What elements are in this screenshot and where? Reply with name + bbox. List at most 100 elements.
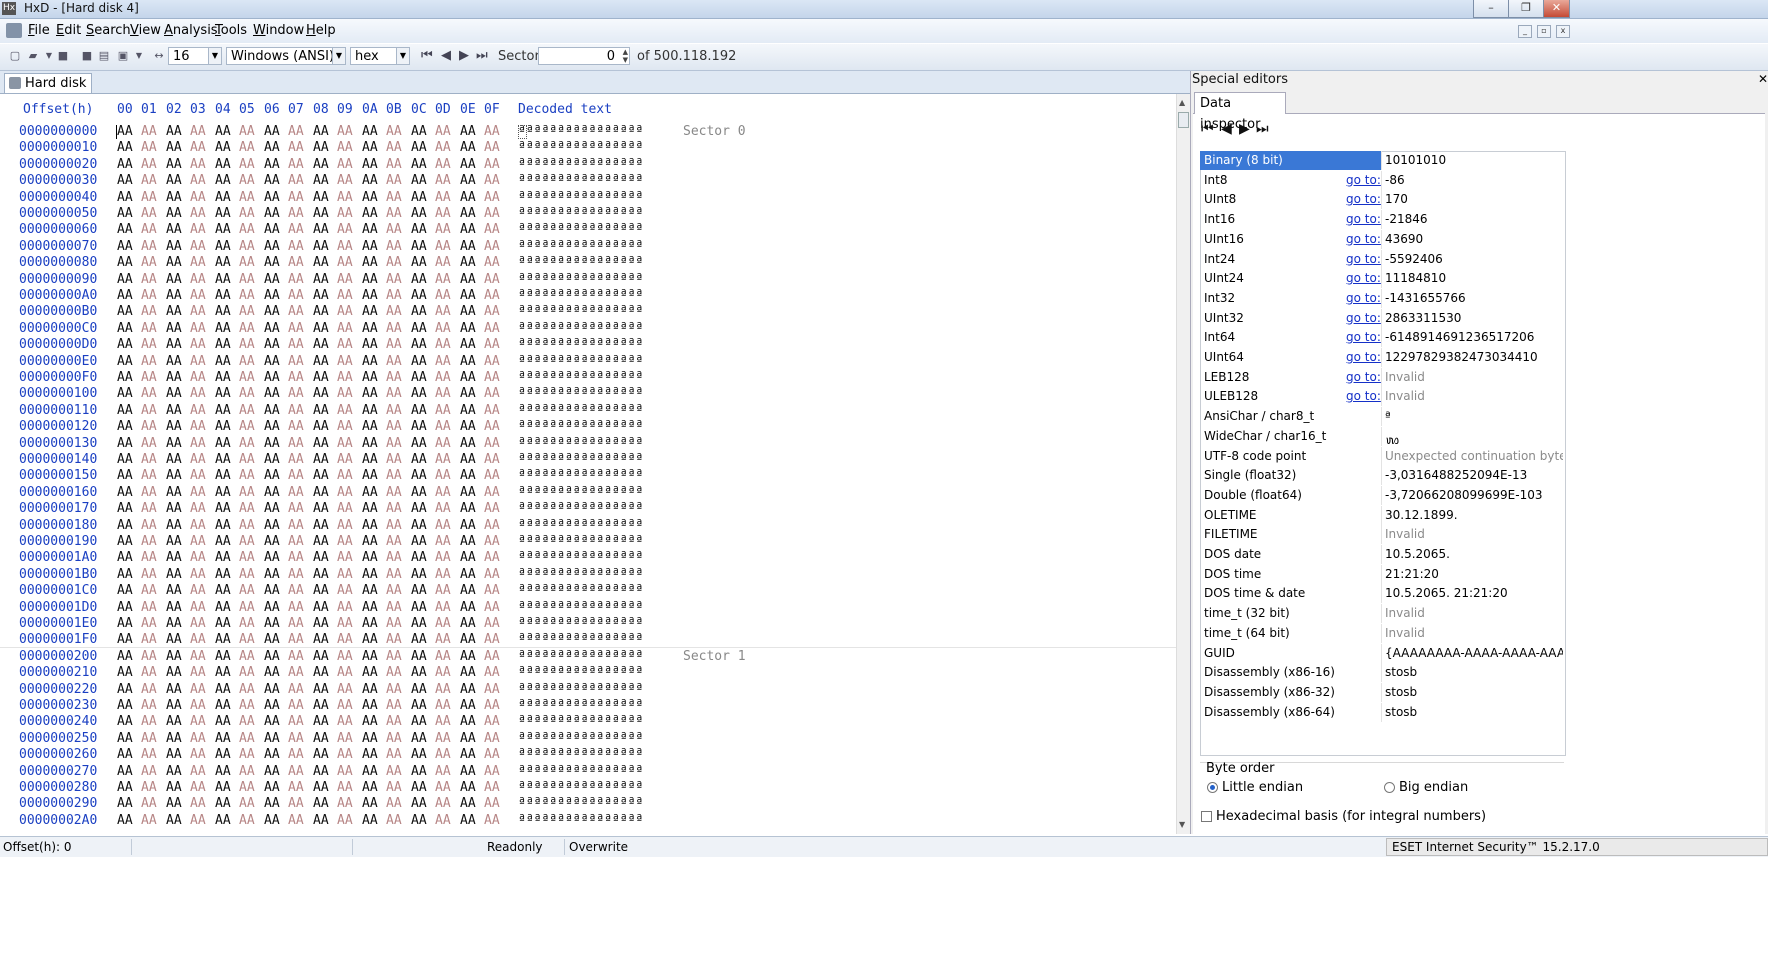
hex-byte[interactable]: AA xyxy=(337,190,353,205)
hex-byte[interactable]: AA xyxy=(386,550,402,565)
hex-byte[interactable]: AA xyxy=(484,124,500,139)
hex-byte[interactable]: AA xyxy=(166,321,182,336)
hex-byte[interactable]: AA xyxy=(264,386,280,401)
hex-byte[interactable]: AA xyxy=(166,157,182,172)
hex-byte[interactable]: AA xyxy=(288,747,304,762)
decoded-text[interactable]: ªªªªªªªªªªªªªªªª xyxy=(518,567,643,582)
decoded-text[interactable]: ªªªªªªªªªªªªªªªª xyxy=(518,747,643,762)
inspector-value[interactable]: {AAAAAAAA-AAAA-AAAA-AAAA xyxy=(1385,646,1563,660)
hex-byte[interactable]: AA xyxy=(362,239,378,254)
inspector-row[interactable]: ULEB128 go to: Invalid xyxy=(1200,387,1564,407)
hex-byte[interactable]: AA xyxy=(288,583,304,598)
hex-byte[interactable]: AA xyxy=(362,796,378,811)
hex-byte[interactable]: AA xyxy=(337,632,353,647)
hex-byte[interactable]: AA xyxy=(313,386,329,401)
hex-byte[interactable]: AA xyxy=(215,140,231,155)
hex-byte[interactable]: AA xyxy=(288,206,304,221)
hex-byte[interactable]: AA xyxy=(141,436,157,451)
goto-link[interactable]: go to: xyxy=(1346,192,1381,206)
hex-byte[interactable]: AA xyxy=(435,485,451,500)
close-icon[interactable]: ✕ xyxy=(1758,72,1768,86)
hex-byte[interactable]: AA xyxy=(141,550,157,565)
decoded-text[interactable]: ªªªªªªªªªªªªªªªª xyxy=(518,239,643,254)
hex-byte[interactable]: AA xyxy=(337,124,353,139)
charset-select[interactable]: Windows (ANSI) ▼ xyxy=(226,47,346,65)
hex-byte[interactable]: AA xyxy=(264,665,280,680)
hex-byte[interactable]: AA xyxy=(190,583,206,598)
hex-byte[interactable]: AA xyxy=(141,468,157,483)
hex-byte[interactable]: AA xyxy=(411,386,427,401)
hex-byte[interactable]: AA xyxy=(386,567,402,582)
inspector-row[interactable]: UInt16 go to: 43690 xyxy=(1200,229,1564,249)
hex-byte[interactable]: AA xyxy=(141,518,157,533)
hex-byte[interactable]: AA xyxy=(141,239,157,254)
decoded-text[interactable]: ªªªªªªªªªªªªªªªª xyxy=(518,665,643,680)
hex-byte[interactable]: AA xyxy=(484,747,500,762)
hex-byte[interactable]: AA xyxy=(141,370,157,385)
hex-byte[interactable]: AA xyxy=(386,813,402,828)
hex-byte[interactable]: AA xyxy=(362,288,378,303)
hex-byte[interactable]: AA xyxy=(190,304,206,319)
hex-byte[interactable]: AA xyxy=(239,796,255,811)
hex-byte[interactable]: AA xyxy=(386,583,402,598)
inspector-row[interactable]: LEB128 go to: Invalid xyxy=(1200,367,1564,387)
hex-byte[interactable]: AA xyxy=(166,190,182,205)
hex-byte[interactable]: AA xyxy=(239,501,255,516)
hex-byte[interactable]: AA xyxy=(239,550,255,565)
hex-byte[interactable]: AA xyxy=(362,321,378,336)
hex-byte[interactable]: AA xyxy=(460,518,476,533)
hex-byte[interactable]: AA xyxy=(386,190,402,205)
hex-byte[interactable]: AA xyxy=(117,173,133,188)
hex-byte[interactable]: AA xyxy=(484,665,500,680)
hex-byte[interactable]: AA xyxy=(411,337,427,352)
hex-byte[interactable]: AA xyxy=(386,354,402,369)
hex-byte[interactable]: AA xyxy=(239,239,255,254)
goto-link[interactable]: go to: xyxy=(1346,389,1381,403)
inspector-row[interactable]: GUID {AAAAAAAA-AAAA-AAAA-AAAA xyxy=(1200,643,1564,663)
hex-byte[interactable]: AA xyxy=(435,567,451,582)
hex-byte[interactable]: AA xyxy=(484,485,500,500)
inspector-row[interactable]: FILETIME Invalid xyxy=(1200,525,1564,545)
hex-byte[interactable]: AA xyxy=(190,764,206,779)
hex-row[interactable]: 0000000030 AA AA AA AA AA AA AA AA AA AA AA AA AA AA AA… xyxy=(0,173,1176,189)
hex-byte[interactable]: AA xyxy=(215,370,231,385)
hex-byte[interactable]: AA xyxy=(460,780,476,795)
inspector-row[interactable]: DOS time & date 10.5.2065. 21:21:20 xyxy=(1200,584,1564,604)
hex-byte[interactable]: AA xyxy=(386,157,402,172)
hex-byte[interactable]: AA xyxy=(141,665,157,680)
offset-base-select[interactable]: hex ▼ xyxy=(350,47,410,65)
hex-byte[interactable]: AA xyxy=(117,665,133,680)
hex-byte[interactable]: AA xyxy=(435,157,451,172)
hex-byte[interactable]: AA xyxy=(362,747,378,762)
hex-row[interactable]: 00000000C0 AA AA AA AA AA AA AA AA AA AA AA AA AA AA AA… xyxy=(0,321,1176,337)
hex-byte[interactable]: AA xyxy=(166,583,182,598)
hex-byte[interactable]: AA xyxy=(362,764,378,779)
hex-byte[interactable]: AA xyxy=(288,321,304,336)
inspector-row[interactable]: UInt64 go to: 12297829382473034410 xyxy=(1200,348,1564,367)
hex-byte[interactable]: AA xyxy=(117,157,133,172)
save-icon[interactable]: ■ xyxy=(56,49,70,63)
hex-byte[interactable]: AA xyxy=(460,272,476,287)
hex-byte[interactable]: AA xyxy=(386,321,402,336)
hex-byte[interactable]: AA xyxy=(484,649,500,664)
hex-byte[interactable]: AA xyxy=(190,124,206,139)
hex-byte[interactable]: AA xyxy=(386,485,402,500)
inspector-value[interactable]: Invalid xyxy=(1385,527,1563,541)
hex-byte[interactable]: AA xyxy=(117,222,133,237)
hex-basis-checkbox[interactable] xyxy=(1201,811,1212,822)
hex-row[interactable]: 0000000230 AA AA AA AA AA AA AA AA AA AA AA AA AA AA AA… xyxy=(0,698,1176,714)
hex-byte[interactable]: AA xyxy=(288,485,304,500)
hex-byte[interactable]: AA xyxy=(190,649,206,664)
hex-byte[interactable]: AA xyxy=(239,452,255,467)
hex-byte[interactable]: AA xyxy=(239,616,255,631)
hex-byte[interactable]: AA xyxy=(386,534,402,549)
hex-byte[interactable]: AA xyxy=(166,485,182,500)
hex-byte[interactable]: AA xyxy=(313,780,329,795)
last-sector-icon[interactable]: ⏭ xyxy=(476,48,488,63)
hex-byte[interactable]: AA xyxy=(460,796,476,811)
decoded-text[interactable]: ªªªªªªªªªªªªªªªª xyxy=(518,813,643,828)
hex-byte[interactable]: AA xyxy=(264,206,280,221)
inspector-row[interactable]: OLETIME 30.12.1899. xyxy=(1200,505,1564,525)
hex-byte[interactable]: AA xyxy=(337,272,353,287)
hex-byte[interactable]: AA xyxy=(215,649,231,664)
